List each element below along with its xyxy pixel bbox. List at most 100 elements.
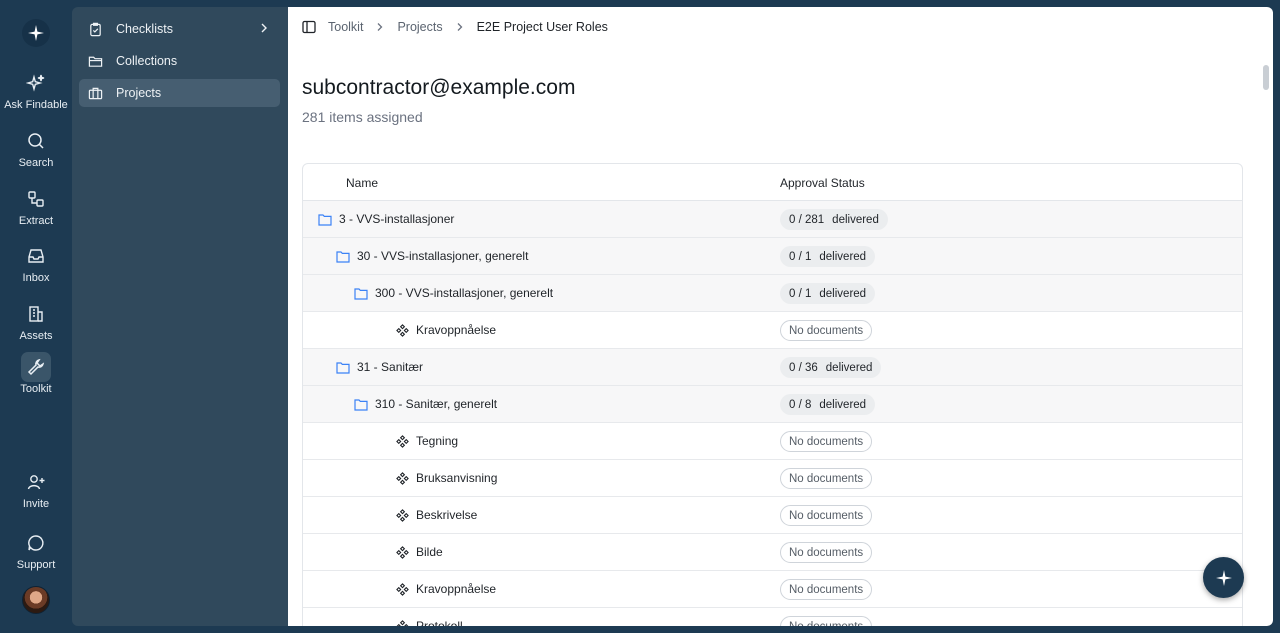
rail-item-assets[interactable]: Assets <box>0 299 72 347</box>
delivered-count: 0 / 8 <box>789 398 812 411</box>
row-status: No documents <box>780 616 873 626</box>
row-name-text: Bilde <box>416 545 443 559</box>
row-name: 31 - Sanitær <box>336 360 423 374</box>
folder-icon <box>354 286 368 300</box>
row-name-text: Protokoll <box>416 619 463 626</box>
chevron-right-icon <box>455 22 465 32</box>
column-header-approval-status[interactable]: Approval Status <box>780 176 865 190</box>
rail-item-search[interactable]: Search <box>0 126 72 174</box>
table-row-folder[interactable]: 31 - Sanitær 0 / 36 delivered <box>303 349 1242 386</box>
rail-item-toolkit[interactable]: Toolkit <box>0 352 72 400</box>
row-status: No documents <box>780 505 873 526</box>
row-name: 310 - Sanitær, generelt <box>354 397 497 411</box>
folder-icon <box>318 212 332 226</box>
rail-item-label: Extract <box>18 215 54 227</box>
rail-item-extract[interactable]: Extract <box>0 184 72 232</box>
assignments-table: Name Approval Status 3 - VVS-installasjo… <box>302 163 1243 626</box>
rail-item-label: Search <box>18 157 54 169</box>
main-content: Toolkit Projects E2E Project User Roles … <box>288 7 1273 626</box>
breadcrumb-toolkit[interactable]: Toolkit <box>328 20 363 34</box>
row-name-text: Kravoppnåelse <box>416 582 497 596</box>
table-row[interactable]: Bilde No documents <box>303 534 1242 571</box>
no-documents-badge: No documents <box>780 616 873 626</box>
row-name: Bilde <box>395 545 443 559</box>
sidebar-item-checklists[interactable]: Checklists <box>79 15 280 43</box>
row-status: No documents <box>780 320 873 341</box>
row-status: No documents <box>780 431 873 452</box>
row-name-text: Kravoppnåelse <box>416 323 497 337</box>
no-documents-badge: No documents <box>780 468 873 489</box>
scrollbar-thumb[interactable] <box>1263 65 1269 90</box>
user-avatar[interactable] <box>22 586 50 614</box>
toolkit-sidebar: Checklists Collections Projects <box>72 7 288 626</box>
table-row-folder[interactable]: 300 - VVS-installasjoner, generelt 0 / 1 d… <box>303 275 1242 312</box>
table-row-folder[interactable]: 30 - VVS-installasjoner, generelt 0 / 1 de… <box>303 238 1242 275</box>
table-row[interactable]: Bruksanvisning No documents <box>303 460 1242 497</box>
table-row-folder[interactable]: 3 - VVS-installasjoner 0 / 281 delivered <box>303 201 1242 238</box>
table-row-folder[interactable]: 310 - Sanitær, generelt 0 / 8 delivered <box>303 386 1242 423</box>
row-name: Bruksanvisning <box>395 471 497 485</box>
row-name-text: 3 - VVS-installasjoner <box>339 212 455 226</box>
delivered-label: delivered <box>819 398 867 411</box>
rail-item-support[interactable]: Support <box>0 528 72 576</box>
ask-findable-fab[interactable] <box>1203 557 1244 598</box>
chevron-right-icon <box>375 22 385 32</box>
row-name-text: Tegning <box>416 434 459 448</box>
clipboard-check-icon <box>87 21 103 37</box>
row-name-text: Bruksanvisning <box>416 471 498 485</box>
building-icon <box>21 299 51 329</box>
column-header-name[interactable]: Name <box>346 176 378 190</box>
findable-logo-icon[interactable] <box>22 19 50 47</box>
row-status: 0 / 36 delivered <box>780 357 882 378</box>
requirement-icon <box>395 619 409 626</box>
chat-bubble-icon <box>21 528 51 558</box>
breadcrumb-current: E2E Project User Roles <box>476 20 608 34</box>
row-name: 3 - VVS-installasjoner <box>318 212 454 226</box>
delivered-badge[interactable]: 0 / 281 delivered <box>780 209 888 230</box>
row-name-text: Beskrivelse <box>416 508 478 522</box>
sparkles-icon <box>21 68 51 98</box>
table-row[interactable]: Kravoppnåelse No documents <box>303 312 1242 349</box>
table-row[interactable]: Tegning No documents <box>303 423 1242 460</box>
folder-icon <box>354 397 368 411</box>
breadcrumb-projects[interactable]: Projects <box>397 20 442 34</box>
sidebar-item-label: Checklists <box>116 22 173 36</box>
delivered-badge[interactable]: 0 / 1 delivered <box>780 283 876 304</box>
page-subtitle: 281 items assigned <box>302 109 423 125</box>
briefcase-icon <box>87 85 103 101</box>
requirement-icon <box>395 471 409 485</box>
delivered-count: 0 / 36 <box>789 361 818 374</box>
sidebar-item-label: Projects <box>116 86 162 100</box>
delivered-badge[interactable]: 0 / 36 delivered <box>780 357 882 378</box>
requirement-icon <box>395 434 409 448</box>
breadcrumb: Toolkit Projects E2E Project User Roles <box>288 7 1273 47</box>
delivered-label: delivered <box>832 213 879 226</box>
delivered-badge[interactable]: 0 / 1 delivered <box>780 246 876 267</box>
requirement-icon <box>395 582 409 596</box>
sidebar-item-projects[interactable]: Projects <box>79 79 280 107</box>
row-status: No documents <box>780 468 873 489</box>
no-documents-badge: No documents <box>780 320 873 341</box>
row-name-text: 31 - Sanitær <box>357 360 424 374</box>
rail-item-label: Ask Findable <box>4 99 68 111</box>
delivered-badge[interactable]: 0 / 8 delivered <box>780 394 876 415</box>
rail-item-ask-findable[interactable]: Ask Findable <box>0 68 72 116</box>
table-row[interactable]: Protokoll No documents <box>303 608 1242 626</box>
search-icon <box>21 126 51 156</box>
rail-item-label: Inbox <box>22 272 50 284</box>
rail-item-invite[interactable]: Invite <box>0 467 72 515</box>
rail-item-label: Assets <box>19 330 53 342</box>
table-row[interactable]: Beskrivelse No documents <box>303 497 1242 534</box>
no-documents-badge: No documents <box>780 579 873 600</box>
row-name: Kravoppnåelse <box>395 582 496 596</box>
row-status: No documents <box>780 579 873 600</box>
sidebar-item-label: Collections <box>116 54 178 68</box>
rail-item-label: Toolkit <box>20 383 52 395</box>
table-row[interactable]: Kravoppnåelse No documents <box>303 571 1242 608</box>
row-name-text: 300 - VVS-installasjoner, generelt <box>375 286 554 300</box>
rail-item-inbox[interactable]: Inbox <box>0 241 72 289</box>
sidebar-toggle-icon[interactable] <box>302 20 316 34</box>
sidebar-item-collections[interactable]: Collections <box>79 47 280 75</box>
folder-icon <box>336 360 350 374</box>
rail-item-label: Support <box>16 559 56 571</box>
